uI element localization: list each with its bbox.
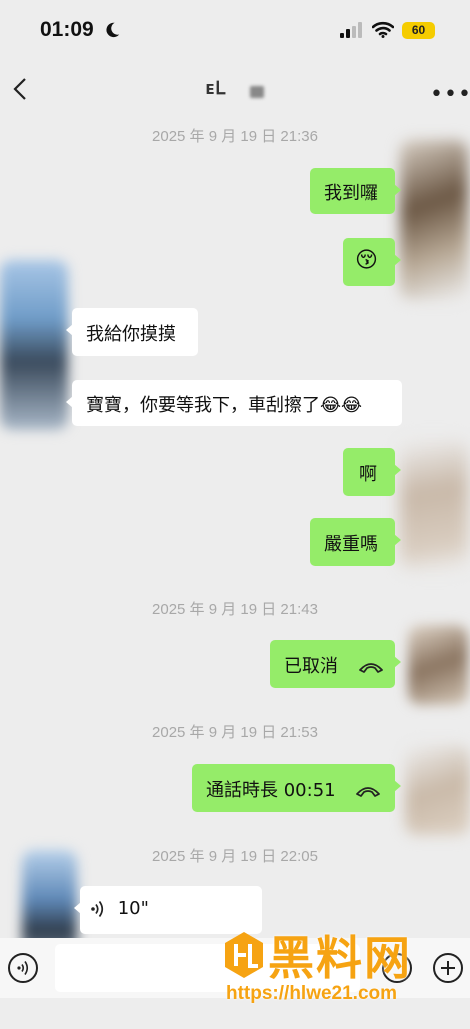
contact-name-censor bbox=[250, 86, 264, 98]
avatar-self[interactable] bbox=[400, 440, 468, 570]
avatar-self[interactable] bbox=[400, 140, 468, 300]
call-duration-label: 通話時長 00:51 bbox=[206, 780, 336, 801]
phone-hangup-icon bbox=[358, 663, 383, 673]
message-timestamp: 2025 年 9 月 19 日 22:05 bbox=[152, 848, 318, 865]
avatar-self[interactable] bbox=[408, 625, 468, 705]
watermark-logo-icon bbox=[225, 932, 263, 978]
chat-header: ᴇᏞ ••• bbox=[0, 60, 470, 116]
battery-icon: 60 bbox=[402, 22, 435, 39]
message-timestamp: 2025 年 9 月 19 日 21:53 bbox=[152, 724, 318, 741]
voice-message-bubble[interactable]: 10" bbox=[74, 886, 262, 934]
more-icon[interactable]: ••• bbox=[430, 82, 470, 107]
watermark-url: https://hlwe21.com bbox=[226, 983, 398, 1004]
watermark-brand: 黑料网 bbox=[268, 931, 412, 985]
voice-mode-icon[interactable] bbox=[8, 953, 38, 983]
message-bubble-outgoing[interactable]: 我到囉 bbox=[310, 168, 401, 214]
message-timestamp: 2025 年 9 月 19 日 21:43 bbox=[152, 601, 318, 618]
plus-icon[interactable] bbox=[433, 953, 463, 983]
phone-hangup-icon bbox=[356, 787, 381, 797]
chevron-left-icon[interactable] bbox=[10, 76, 32, 102]
message-bubble-incoming[interactable]: 寶寶，你要等我下，車刮擦了😂😂 bbox=[66, 380, 402, 426]
contact-name: ᴇᏞ bbox=[205, 78, 228, 99]
call-duration-bubble[interactable]: 通話時長 00:51 bbox=[192, 764, 401, 812]
voice-duration: 10" bbox=[117, 898, 149, 919]
avatar-contact[interactable] bbox=[0, 260, 68, 430]
call-status-label: 已取消 bbox=[284, 656, 338, 677]
message-timestamp: 2025 年 9 月 19 日 21:36 bbox=[152, 128, 318, 145]
message-bubble-outgoing[interactable]: 啊 bbox=[343, 448, 401, 496]
signal-icon bbox=[340, 22, 362, 38]
call-canceled-bubble[interactable]: 已取消 bbox=[270, 640, 401, 688]
message-bubble-outgoing[interactable]: 😚 bbox=[343, 238, 401, 286]
avatar-self[interactable] bbox=[405, 745, 470, 835]
voice-wave-icon bbox=[91, 900, 104, 918]
message-bubble-incoming[interactable]: 我給你摸摸 bbox=[66, 308, 198, 356]
wifi-icon bbox=[372, 21, 394, 38]
message-bubble-outgoing[interactable]: 嚴重嗎 bbox=[310, 518, 401, 566]
moon-icon bbox=[106, 22, 120, 38]
status-bar: 01:09 60 bbox=[0, 0, 470, 60]
clock-time: 01:09 bbox=[40, 18, 94, 41]
